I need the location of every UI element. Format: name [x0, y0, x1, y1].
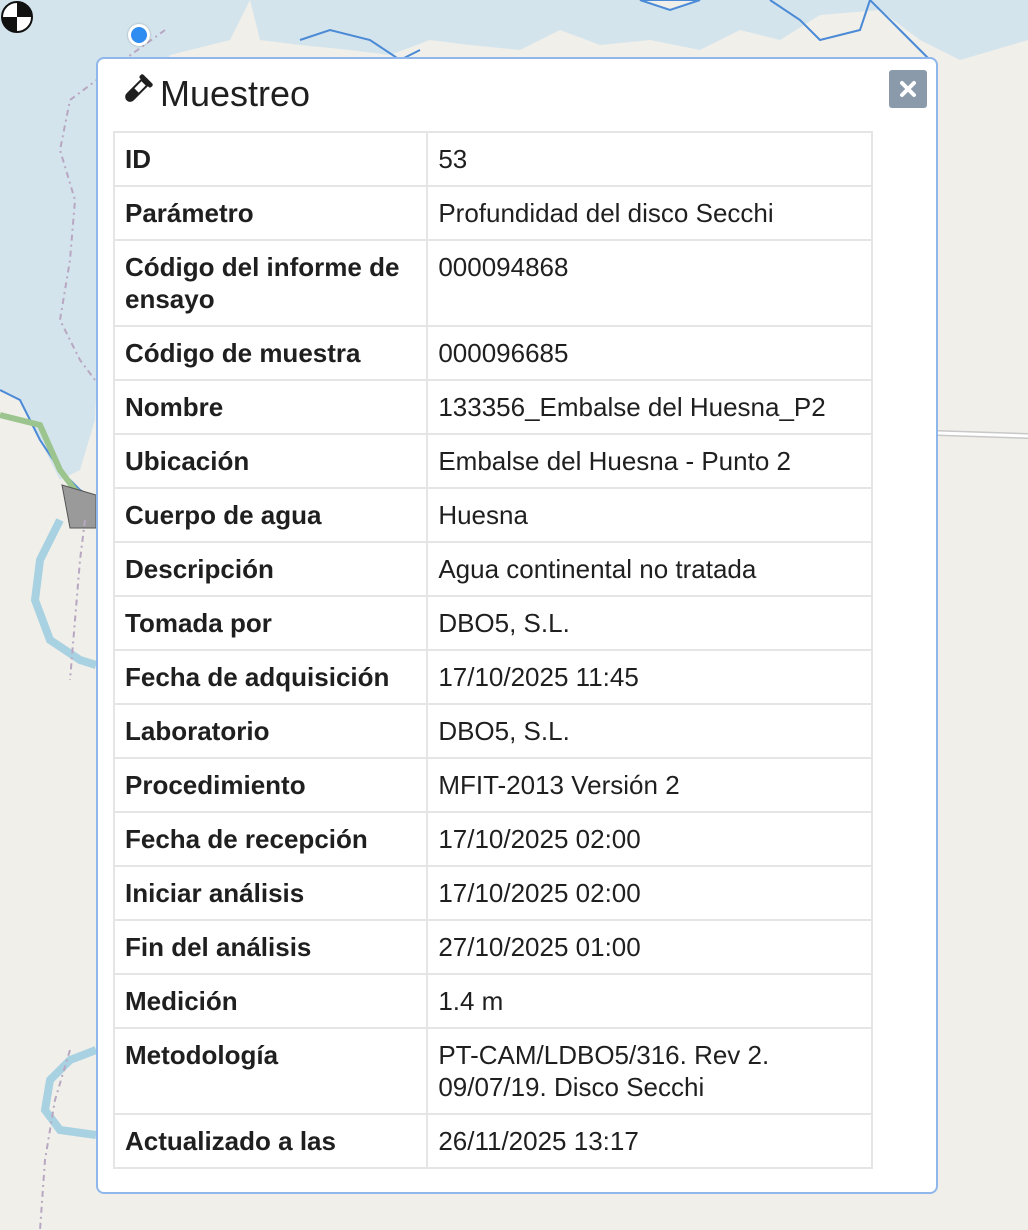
popup-title: Muestreo	[160, 73, 311, 114]
table-row: Código del informe de ensayo 000094868	[112, 239, 873, 327]
test-tube-icon	[125, 74, 153, 102]
row-label: Parámetro	[112, 185, 429, 241]
table-row: ID 53	[112, 131, 873, 187]
row-value: DBO5, S.L.	[426, 703, 873, 759]
table-row: Tomada por DBO5, S.L.	[112, 595, 873, 651]
close-icon	[900, 81, 916, 97]
row-label: Fin del análisis	[112, 919, 429, 975]
row-value: 000094868	[426, 239, 873, 327]
row-label: Laboratorio	[112, 703, 429, 759]
table-row: Fecha de adquisición 17/10/2025 11:45	[112, 649, 873, 705]
row-value: 133356_Embalse del Huesna_P2	[426, 379, 873, 435]
table-row: Iniciar análisis 17/10/2025 02:00	[112, 865, 873, 921]
row-value: 26/11/2025 13:17	[426, 1113, 873, 1169]
row-label: Tomada por	[112, 595, 429, 651]
row-value: Agua continental no tratada	[426, 541, 873, 597]
table-row: Fecha de recepción 17/10/2025 02:00	[112, 811, 873, 867]
table-row: Nombre 133356_Embalse del Huesna_P2	[112, 379, 873, 435]
sample-details-table: ID 53 Parámetro Profundidad del disco Secch…	[112, 131, 873, 1169]
row-label: Ubicación	[112, 433, 429, 489]
row-label: Fecha de recepción	[112, 811, 429, 867]
row-label: Iniciar análisis	[112, 865, 429, 921]
row-label: Metodología	[112, 1027, 429, 1115]
row-label: Procedimiento	[112, 757, 429, 813]
row-label: Actualizado a las	[112, 1113, 429, 1169]
row-label: ID	[112, 131, 429, 187]
row-value: 17/10/2025 02:00	[426, 811, 873, 867]
row-value: Huesna	[426, 487, 873, 543]
secchi-disk-icon[interactable]	[0, 0, 34, 34]
row-value: Embalse del Huesna - Punto 2	[426, 433, 873, 489]
row-value: DBO5, S.L.	[426, 595, 873, 651]
row-label: Código del informe de ensayo	[112, 239, 429, 327]
row-value: 17/10/2025 11:45	[426, 649, 873, 705]
close-button[interactable]	[889, 70, 927, 108]
row-value: PT-CAM/LDBO5/316. Rev 2. 09/07/19. Disco…	[426, 1027, 873, 1115]
row-label: Nombre	[112, 379, 429, 435]
row-label: Código de muestra	[112, 325, 429, 381]
table-row: Laboratorio DBO5, S.L.	[112, 703, 873, 759]
row-label: Fecha de adquisición	[112, 649, 429, 705]
row-label: Medición	[112, 973, 429, 1029]
sample-popup: Muestreo ID 53 Parámetro Profundidad del di…	[96, 57, 938, 1194]
table-row: Cuerpo de agua Huesna	[112, 487, 873, 543]
table-row: Código de muestra 000096685	[112, 325, 873, 381]
row-value: 27/10/2025 01:00	[426, 919, 873, 975]
row-value: 17/10/2025 02:00	[426, 865, 873, 921]
table-row: Ubicación Embalse del Huesna - Punto 2	[112, 433, 873, 489]
row-label: Descripción	[112, 541, 429, 597]
row-label: Cuerpo de agua	[112, 487, 429, 543]
table-row: Metodología PT-CAM/LDBO5/316. Rev 2. 09/0…	[112, 1027, 873, 1115]
row-value: MFIT-2013 Versión 2	[426, 757, 873, 813]
table-row: Parámetro Profundidad del disco Secchi	[112, 185, 873, 241]
table-row: Actualizado a las 26/11/2025 13:17	[112, 1113, 873, 1169]
row-value: Profundidad del disco Secchi	[426, 185, 873, 241]
row-value: 000096685	[426, 325, 873, 381]
table-row: Procedimiento MFIT-2013 Versión 2	[112, 757, 873, 813]
popup-header: Muestreo	[112, 69, 310, 119]
row-value: 1.4 m	[426, 973, 873, 1029]
table-row: Medición 1.4 m	[112, 973, 873, 1029]
table-row: Descripción Agua continental no tratada	[112, 541, 873, 597]
location-marker[interactable]	[128, 24, 150, 46]
row-value: 53	[426, 131, 873, 187]
table-row: Fin del análisis 27/10/2025 01:00	[112, 919, 873, 975]
